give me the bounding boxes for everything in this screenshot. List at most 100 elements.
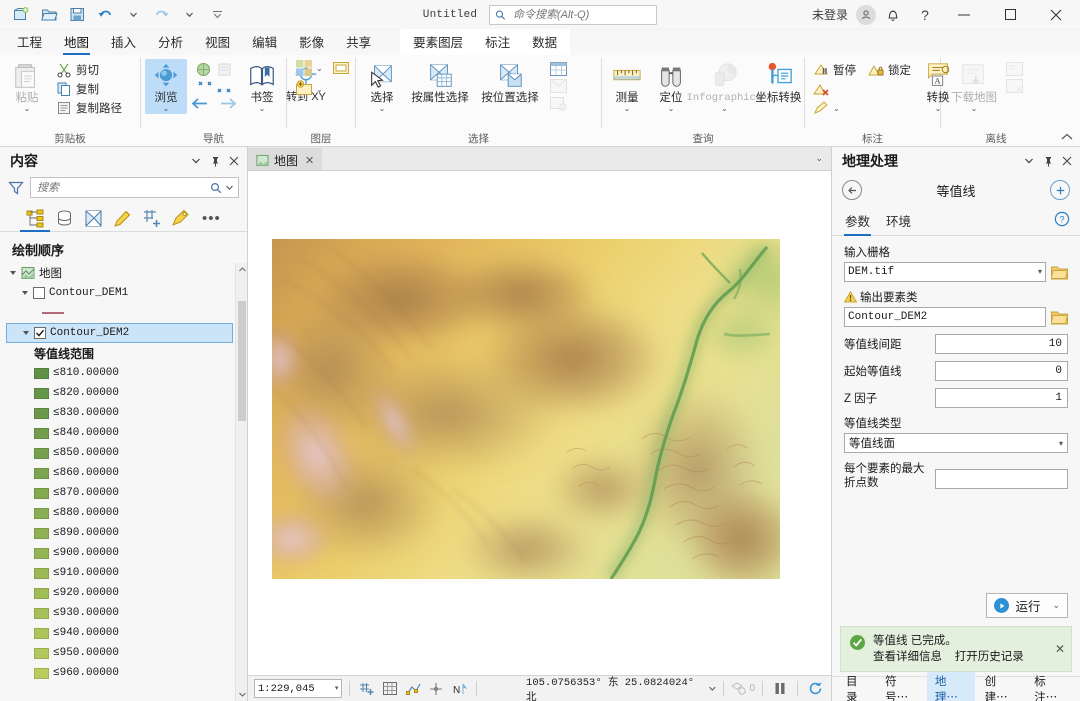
contour-interval-input[interactable]: 10 [935,334,1068,354]
attribute-table-icon[interactable] [549,61,568,77]
expand-arrow-icon[interactable] [21,329,30,338]
notification-close-icon[interactable]: ✕ [1055,642,1065,656]
max-vertices-input[interactable] [935,469,1068,489]
clear-selection-icon[interactable] [549,95,568,111]
legend-item[interactable]: ≤810.00000 [6,363,247,383]
selection-tab[interactable] [80,206,106,231]
contents-scroll-thumb[interactable] [238,301,246,421]
full-extent-icon[interactable] [195,61,212,78]
ribbon-tab-analysis[interactable]: 分析 [147,29,194,55]
select-by-attributes-button[interactable]: 按属性选择 [406,59,474,107]
bookmarks-caret-icon[interactable]: ⌄ [259,105,266,113]
coordinate-conversion-button[interactable]: 坐标转换 [755,59,801,107]
contents-scrollbar[interactable] [235,263,247,701]
output-features-input[interactable]: Contour_DEM2 [844,307,1046,327]
selected-features-indicator[interactable]: 0 [731,679,755,699]
command-search-input[interactable] [510,7,652,22]
fixed-zoom-in-icon[interactable] [197,80,213,94]
delete-labeling-button[interactable] [809,80,860,98]
labeling-tab[interactable] [167,206,193,231]
ribbon-tab-feature-layer[interactable]: 要素图层 [402,29,474,55]
coordinates-caret-icon[interactable] [708,684,717,693]
close-button[interactable] [1034,0,1078,30]
run-caret-icon[interactable]: ⌄ [1052,600,1060,611]
geoprocessing-menu-icon[interactable] [1020,152,1038,170]
refresh-map-button[interactable] [805,679,825,699]
legend-item[interactable]: ≤940.00000 [6,623,247,643]
contents-search-input[interactable] [35,180,207,195]
browse-folder-icon[interactable] [1051,310,1068,325]
tab-geoprocessing[interactable]: 地理⋯ [926,670,975,701]
ribbon-tab-share[interactable]: 共享 [335,29,382,55]
grid-status-icon[interactable] [381,679,400,699]
open-history-link[interactable]: 打开历史记录 [955,651,1024,663]
customize-qat-icon[interactable] [204,3,230,27]
legend-item[interactable]: ≤850.00000 [6,443,247,463]
ribbon-tab-map[interactable]: 地图 [53,29,100,55]
scroll-down-icon[interactable] [236,688,247,701]
add-preset-icon[interactable] [332,59,350,77]
measure-caret-icon[interactable]: ⌄ [624,105,631,113]
contents-menu-icon[interactable] [187,152,205,170]
legend-item[interactable]: ≤930.00000 [6,603,247,623]
undo-icon[interactable] [92,3,118,27]
copy-path-button[interactable]: 复制路径 [52,99,126,117]
help-icon[interactable]: ? [910,2,940,28]
contour-type-combo[interactable]: 等值线面 ▾ [844,433,1068,453]
cut-button[interactable]: 剪切 [52,61,126,79]
browse-folder-icon[interactable] [1051,265,1068,280]
ribbon-tab-project[interactable]: 工程 [6,29,53,55]
ribbon-tab-labeling[interactable]: 标注 [474,29,521,55]
legend-item[interactable]: ≤950.00000 [6,643,247,663]
search-icon[interactable] [210,182,222,194]
chevron-down-icon[interactable]: ▾ [1059,439,1063,448]
copy-button[interactable]: 复制 [52,80,126,98]
legend-item[interactable]: ≤840.00000 [6,423,247,443]
tab-labeling[interactable]: 标注⋯ [1026,670,1074,701]
sync-map-icon[interactable] [1005,61,1024,77]
view-details-link[interactable]: 查看详细信息 [873,651,942,663]
next-extent-arrow-icon[interactable] [219,97,239,110]
editing-tab[interactable] [109,206,135,231]
map-scale-selector[interactable]: 1:229,045 ▾ [254,679,343,698]
ribbon-tab-data[interactable]: 数据 [521,29,568,55]
bookmarks-button[interactable]: 书签 ⌄ [241,59,283,114]
contents-search-box[interactable] [30,177,239,198]
search-options-caret-icon[interactable] [225,183,234,192]
undo-dropdown-icon[interactable] [120,3,146,27]
tab-symbology[interactable]: 符号⋯ [877,670,925,701]
pause-labeling-button[interactable]: 暂停 [809,61,860,79]
tab-create-features[interactable]: 创建⋯ [977,670,1025,701]
expand-arrow-icon[interactable] [20,289,29,298]
z-factor-input[interactable]: 1 [935,388,1068,408]
line-symbol-swatch[interactable] [42,312,64,314]
locate-button[interactable]: 定位 ⌄ [650,59,692,114]
snapping-status-icon[interactable] [404,679,423,699]
paste-button[interactable]: 粘贴 ⌄ [4,59,50,114]
labeling-caret-icon[interactable]: ⌄ [833,104,840,113]
avatar[interactable] [856,4,876,25]
chevron-down-icon[interactable]: ▾ [1038,267,1042,277]
map-tab-overflow-icon[interactable]: ⌄ [815,153,831,164]
layer-visibility-checkbox[interactable] [34,327,46,339]
download-map-button[interactable]: 下载地图 ⌄ [945,59,1003,114]
tab-catalog[interactable]: 目录 [838,670,875,701]
run-button[interactable]: 运行 ⌄ [986,593,1068,618]
ribbon-tab-imagery[interactable]: 影像 [288,29,335,55]
crosshair-status-icon[interactable] [427,679,446,699]
legend-item[interactable]: ≤870.00000 [6,483,247,503]
command-search-box[interactable] [489,4,658,25]
input-raster-combo[interactable]: DEM.tif ▾ [844,262,1046,282]
ribbon-tab-edit[interactable]: 编辑 [241,29,288,55]
drawing-order-tab[interactable] [20,206,50,232]
explore-caret-icon[interactable]: ⌄ [163,105,170,113]
notifications-bell-icon[interactable] [878,2,908,28]
snapping-tab[interactable] [138,206,164,231]
fixed-zoom-out-icon[interactable] [216,80,232,94]
contents-close-icon[interactable] [225,152,243,170]
new-project-icon[interactable] [8,3,34,27]
contents-pin-icon[interactable] [206,152,224,170]
tree-node-map[interactable]: 地图 [6,263,247,283]
legend-item[interactable]: ≤910.00000 [6,563,247,583]
previous-extent-icon[interactable] [216,61,233,78]
